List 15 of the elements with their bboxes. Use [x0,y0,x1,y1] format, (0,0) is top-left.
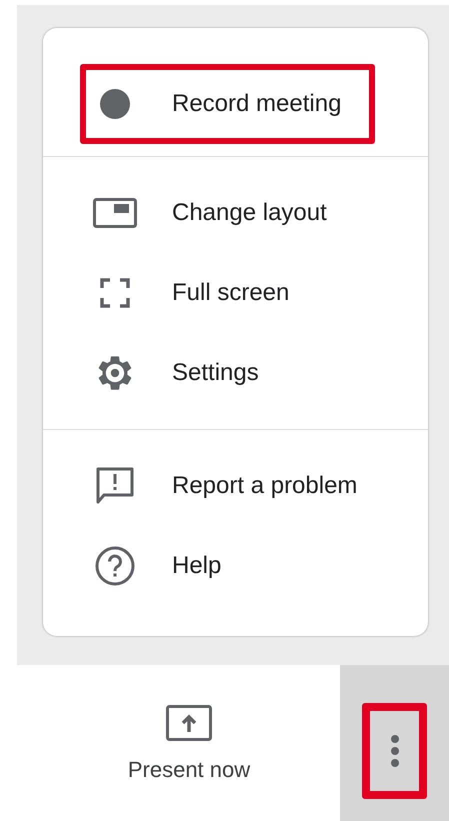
upload-screen-icon [166,705,212,741]
feedback-icon [95,466,135,506]
more-options-button[interactable] [362,703,427,799]
more-vertical-icon [390,734,400,768]
menu-item[interactable]: Settings [80,333,375,413]
layout-icon [93,198,137,228]
menu-item[interactable]: Full screen [80,253,375,333]
menu-item[interactable]: Help [80,526,375,606]
menu-item[interactable]: Record meeting [80,64,375,144]
menu-item[interactable]: Report a problem [80,446,375,526]
record-dot-icon [100,89,130,119]
menu-item[interactable]: Change layout [80,173,375,253]
present-now-button[interactable]: Present now [128,705,250,783]
fullscreen-icon [100,278,130,308]
help-icon [95,546,135,586]
